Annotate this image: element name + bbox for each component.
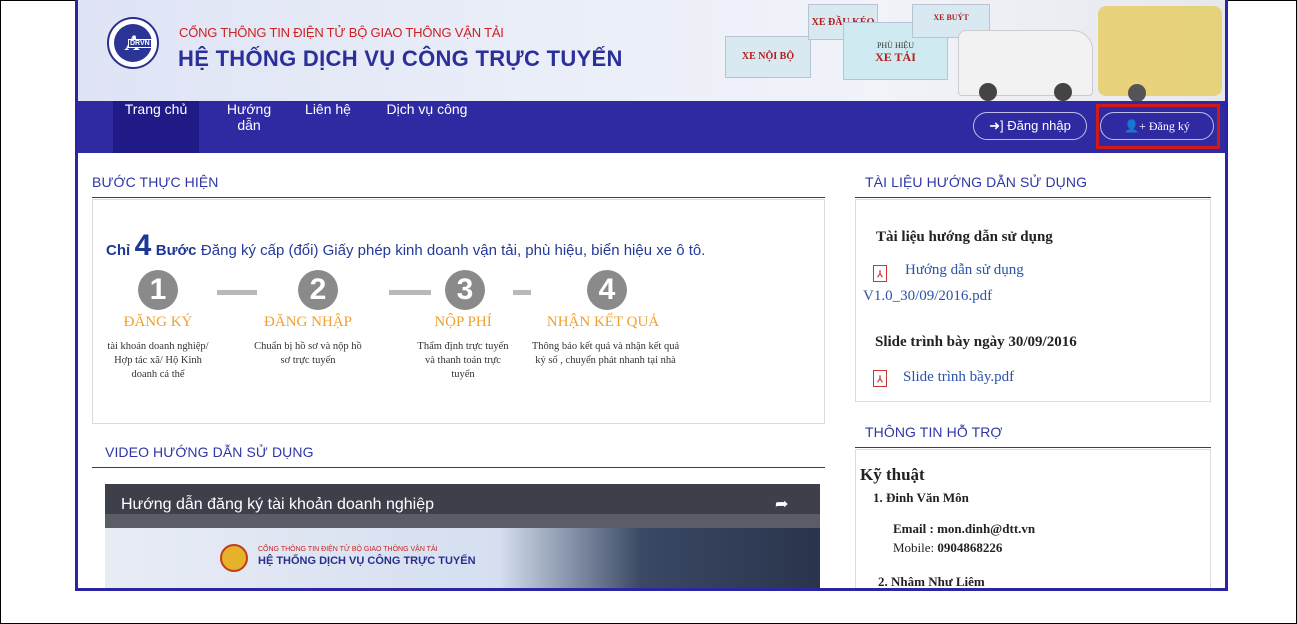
doc-link-guide-filename[interactable]: V1.0_30/09/2016.pdf [863, 285, 992, 307]
section-divider [92, 467, 825, 468]
step-connector [217, 290, 257, 295]
share-icon[interactable]: ➦ [775, 497, 795, 513]
video-emblem-icon [220, 544, 248, 572]
step-1-icon: 1 [138, 270, 178, 310]
header-title: HỆ THỐNG DỊCH VỤ CÔNG TRỰC TUYẾN [178, 46, 623, 71]
step-3-desc: Thẩm định trực tuyến và thanh toán trực … [417, 341, 509, 380]
steps-only-label: Chỉ [106, 242, 131, 259]
login-icon: ➜] [989, 118, 1004, 133]
banner-card-label: XE TẢI [875, 50, 916, 64]
drvn-logo[interactable]: A DRVN [107, 17, 159, 69]
video-title: Hướng dẫn đăng ký tài khoản doanh nghiệp [121, 496, 434, 513]
step-3-icon: 3 [445, 270, 485, 310]
video-player[interactable]: Hướng dẫn đăng ký tài khoản doanh nghiệp… [105, 484, 820, 588]
step-connector [513, 290, 531, 295]
header-subtitle: CỔNG THÔNG TIN ĐIỆN TỬ BỘ GIAO THÔNG VẬN… [179, 25, 504, 40]
truck-image [958, 30, 1093, 101]
video-section-title: VIDEO HƯỚNG DẪN SỬ DỤNG [105, 444, 314, 460]
video-site-title: HỆ THỐNG DỊCH VỤ CÔNG TRỰC TUYẾN [258, 555, 476, 567]
support-email: Email : mon.dinh@dtt.vn [893, 521, 1035, 537]
doc-link-guide[interactable]: Hướng dẫn sử dụng [905, 259, 1024, 281]
step-2-icon: 2 [298, 270, 338, 310]
support-category: Kỹ thuật [860, 465, 925, 484]
register-button[interactable]: 👤+ Đăng ký [1100, 112, 1214, 140]
step-1-title: ĐĂNG KÝ [123, 314, 193, 330]
wheel [1054, 83, 1072, 101]
steps-section-title: BƯỚC THỰC HIỆN [92, 174, 219, 190]
login-button[interactable]: ➜] Đăng nhập [973, 112, 1087, 140]
pdf-icon: ⅄ [873, 370, 887, 387]
user-plus-icon: 👤+ [1124, 119, 1146, 133]
step-3-title: NỘP PHÍ [434, 314, 492, 330]
step-4-icon: 4 [587, 270, 627, 310]
support-person-2: 2. Nhâm Như Liêm [878, 574, 985, 589]
mobile-label: Mobile: [893, 540, 935, 555]
docs-section-title: TÀI LIỆU HƯỚNG DẪN SỬ DỤNG [865, 174, 1088, 190]
step-4-title: NHẬN KẾT QUẢ [546, 314, 660, 330]
email-label: Email : [893, 521, 934, 536]
nav-item-contact[interactable]: Liên hệ [302, 101, 354, 153]
step-2-desc: Chuẩn bị hồ sơ và nộp hồ sơ trực tuyến [254, 341, 362, 366]
section-divider [855, 197, 1211, 198]
mobile-value: 0904868226 [937, 540, 1003, 555]
step-connector [389, 290, 431, 295]
steps-word: Bước [155, 242, 197, 259]
steps-headline: Chỉ 4 Bước Đăng ký cấp (đổi) Giấy phép k… [106, 229, 705, 263]
nav-item-home[interactable]: Trang chủ [113, 101, 199, 153]
doc-link-slide[interactable]: Slide trình bầy.pdf [903, 366, 1014, 388]
logo-text: DRVN [128, 39, 152, 48]
register-label: Đăng ký [1148, 119, 1190, 133]
bus-image [1098, 6, 1222, 102]
banner-card-label: XE BUÝT [933, 13, 969, 22]
steps-count: 4 [134, 229, 152, 262]
docs-heading-slide: Slide trình bày ngày 30/09/2016 [875, 334, 1077, 350]
nav-item-services[interactable]: Dịch vụ công [372, 101, 482, 153]
video-site-subtitle: CỔNG THÔNG TIN ĐIỆN TỬ BỘ GIAO THÔNG VẬN… [258, 546, 438, 553]
video-browser-bar [105, 514, 820, 528]
nav-item-guide[interactable]: Hướng dẫn [214, 101, 284, 153]
login-label: Đăng nhập [1007, 118, 1071, 133]
wheel [979, 83, 997, 101]
section-divider [855, 447, 1211, 448]
site-header: A DRVN CỔNG THÔNG TIN ĐIỆN TỬ BỘ GIAO TH… [78, 0, 1225, 102]
step-1-desc: tài khoản doanh nghiệp/ Hợp tác xã/ Hộ K… [107, 341, 209, 380]
email-value[interactable]: mon.dinh@dtt.vn [937, 521, 1035, 536]
support-person-1: 1. Đinh Văn Môn [873, 490, 969, 505]
support-mobile: Mobile: 0904868226 [893, 540, 1002, 556]
pdf-icon: ⅄ [873, 265, 887, 282]
main-nav: Trang chủ Hướng dẫn Liên hệ Dịch vụ công… [78, 101, 1225, 153]
wheel [1128, 84, 1146, 102]
step-2-title: ĐĂNG NHẬP [264, 314, 352, 330]
steps-description: Đăng ký cấp (đổi) Giấy phép kinh doanh v… [200, 242, 706, 259]
banner-card-noi-bo: XE NỘI BỘ [725, 36, 811, 78]
support-section-title: THÔNG TIN HỖ TRỢ [865, 424, 1003, 440]
banner-card-label: XE NỘI BỘ [741, 51, 795, 62]
section-divider [92, 197, 825, 198]
docs-heading-guide: Tài liệu hướng dẫn sử dụng [876, 229, 1053, 245]
banner-card-label: PHÙ HIỆU [876, 41, 915, 50]
browser-viewport: A DRVN CỔNG THÔNG TIN ĐIỆN TỬ BỘ GIAO TH… [75, 0, 1228, 591]
step-4-desc: Thông báo kết quả và nhận kết quả ký số … [531, 341, 680, 366]
